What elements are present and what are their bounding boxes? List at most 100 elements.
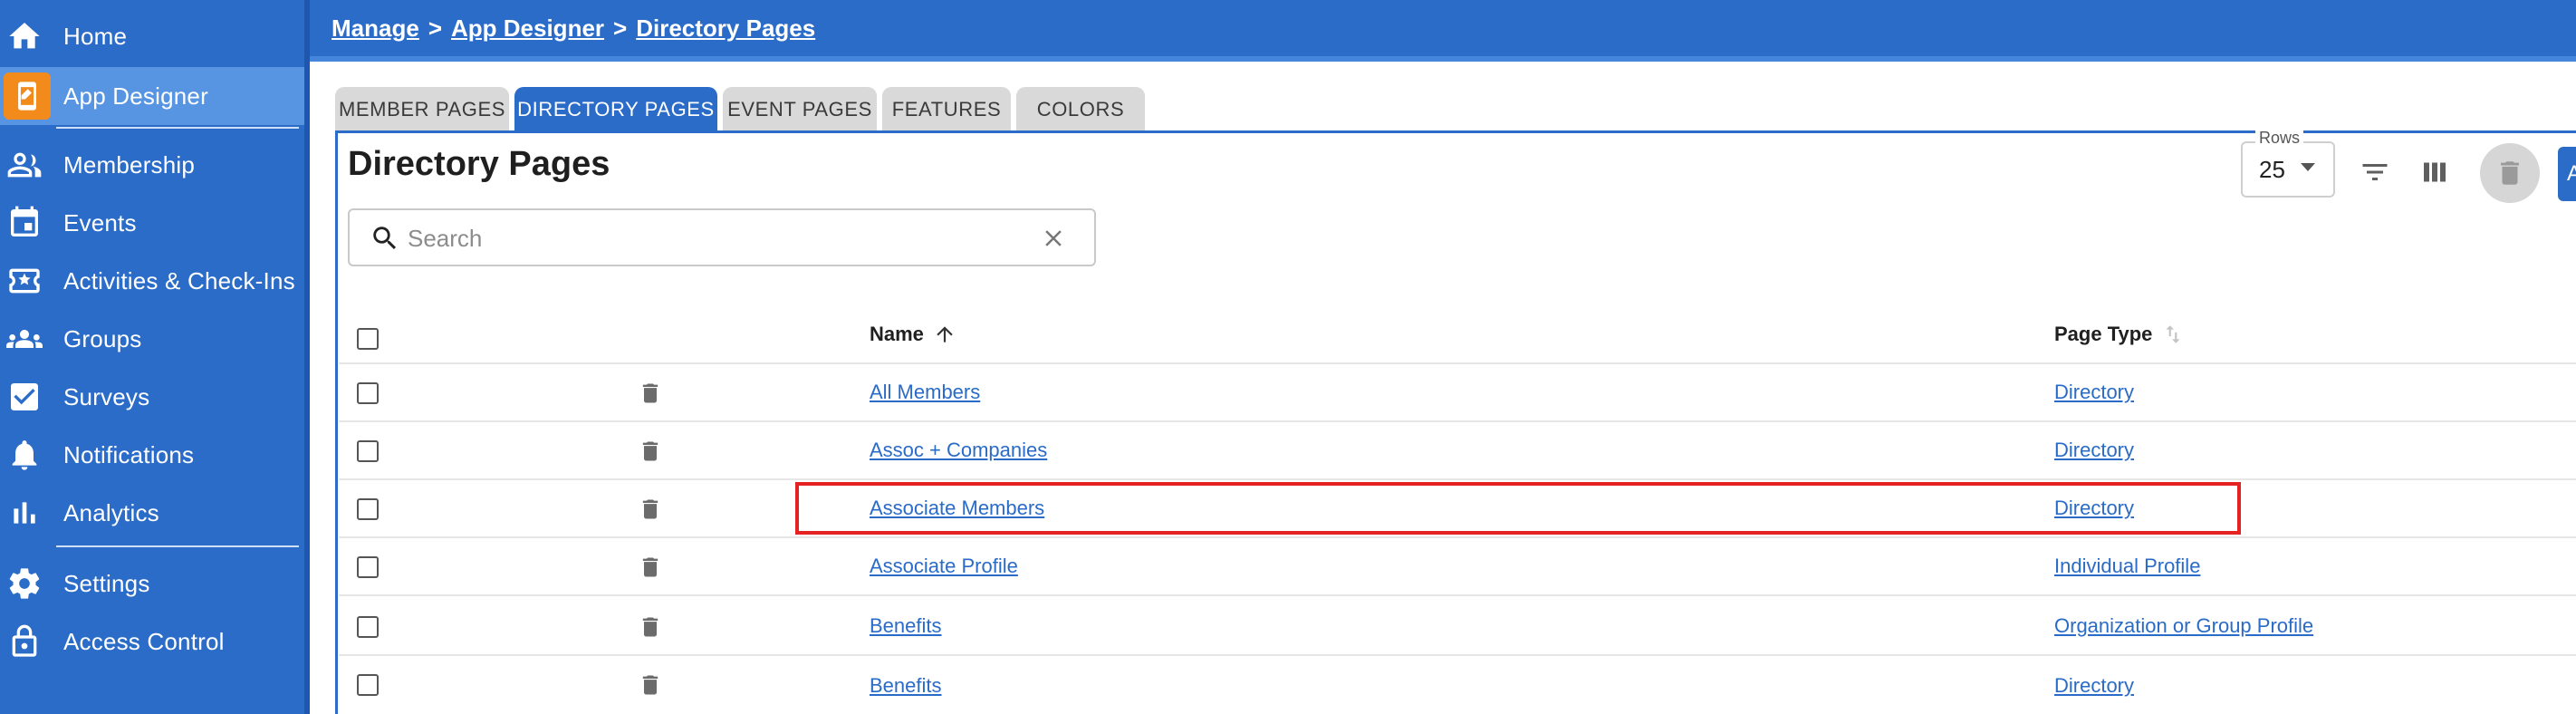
- trash-icon: [2501, 161, 2519, 185]
- row-delete-button[interactable]: [638, 671, 663, 700]
- column-header-label: Page Type: [2054, 323, 2153, 345]
- row-delete-button[interactable]: [638, 613, 663, 642]
- lock-icon: [5, 622, 43, 661]
- breadcrumb-app-designer[interactable]: App Designer: [451, 14, 604, 43]
- trash-icon: [642, 557, 658, 577]
- trash-icon: [642, 499, 658, 519]
- row-page-type-link[interactable]: Individual Profile: [2054, 555, 2200, 578]
- sidebar-item-label: Notifications: [63, 440, 195, 468]
- search-input[interactable]: [408, 219, 1005, 257]
- groups-icon: [5, 320, 43, 358]
- sidebar-edge: [304, 0, 310, 714]
- row-page-type-link[interactable]: Directory: [2054, 674, 2134, 698]
- sidebar-item-app-designer[interactable]: App Designer: [0, 67, 304, 125]
- add-button[interactable]: A: [2558, 147, 2576, 201]
- ticket-star-icon: [5, 262, 43, 300]
- breadcrumb: Manage > App Designer > Directory Pages: [332, 14, 815, 43]
- search-field[interactable]: [348, 208, 1096, 266]
- sidebar-item-label: Groups: [63, 324, 142, 352]
- row-name-link[interactable]: All Members: [870, 381, 980, 404]
- row-divider: [339, 594, 2576, 596]
- row-page-type-link[interactable]: Directory: [2054, 381, 2134, 404]
- column-header-name[interactable]: Name: [870, 323, 956, 346]
- sidebar-item-membership[interactable]: Membership: [0, 136, 304, 194]
- row-checkbox[interactable]: [357, 674, 379, 696]
- row-delete-button[interactable]: [638, 553, 663, 582]
- row-divider: [339, 536, 2576, 538]
- row-name-link[interactable]: Benefits: [870, 614, 942, 638]
- sidebar: Home App Designer Membership Events Acti…: [0, 0, 310, 714]
- sidebar-item-activities[interactable]: Activities & Check-Ins: [0, 252, 304, 310]
- search-icon: [373, 227, 397, 250]
- rows-value: 25: [2259, 156, 2285, 183]
- sort-icon: [2166, 325, 2181, 343]
- sidebar-item-label: Events: [63, 208, 137, 236]
- trash-icon: [642, 441, 658, 461]
- row-name-link[interactable]: Associate Profile: [870, 555, 1018, 578]
- sidebar-item-events[interactable]: Events: [0, 194, 304, 252]
- rows-per-page-select[interactable]: [2241, 141, 2335, 198]
- column-header-label: Name: [870, 323, 924, 345]
- breadcrumb-directory-pages[interactable]: Directory Pages: [636, 14, 815, 43]
- sidebar-item-label: Membership: [63, 150, 196, 178]
- filter-icon: [2362, 164, 2388, 180]
- sidebar-divider: [56, 127, 299, 129]
- sidebar-item-notifications[interactable]: Notifications: [0, 426, 304, 484]
- row-checkbox[interactable]: [357, 498, 379, 520]
- header-divider: [339, 362, 2576, 364]
- row-checkbox[interactable]: [357, 382, 379, 404]
- column-header-page-type[interactable]: Page Type: [2054, 323, 2185, 346]
- sidebar-item-access-control[interactable]: Access Control: [0, 613, 304, 671]
- sidebar-item-analytics[interactable]: Analytics: [0, 484, 304, 542]
- top-bar-divider: [310, 56, 2576, 62]
- trash-icon: [642, 617, 658, 637]
- bar-chart-icon: [5, 494, 43, 532]
- row-divider: [339, 654, 2576, 656]
- bell-icon: [5, 436, 43, 474]
- sidebar-item-label: Access Control: [63, 627, 225, 655]
- chevron-down-icon: [2301, 163, 2315, 171]
- row-name-link[interactable]: Benefits: [870, 674, 942, 698]
- breadcrumb-separator: >: [613, 14, 628, 42]
- sidebar-item-label: Analytics: [63, 498, 159, 526]
- calendar-icon: [5, 204, 43, 242]
- filter-button[interactable]: [2355, 152, 2395, 192]
- row-delete-button[interactable]: [638, 379, 663, 408]
- row-divider: [339, 420, 2576, 422]
- tab-colors[interactable]: COLORS: [1016, 87, 1145, 132]
- arrow-up-icon: [937, 326, 953, 343]
- sidebar-item-label: Home: [63, 22, 128, 50]
- row-page-type-link[interactable]: Organization or Group Profile: [2054, 614, 2313, 638]
- trash-icon: [642, 675, 658, 695]
- row-name-link[interactable]: Assoc + Companies: [870, 439, 1047, 462]
- sidebar-item-settings[interactable]: Settings: [0, 555, 304, 613]
- breadcrumb-manage[interactable]: Manage: [332, 14, 419, 43]
- tab-directory-pages[interactable]: DIRECTORY PAGES: [514, 87, 717, 132]
- close-icon[interactable]: [1040, 225, 1067, 252]
- tab-event-pages[interactable]: EVENT PAGES: [723, 87, 877, 132]
- sidebar-item-groups[interactable]: Groups: [0, 310, 304, 368]
- row-delete-button[interactable]: [638, 495, 663, 524]
- tab-member-pages[interactable]: MEMBER PAGES: [335, 87, 509, 132]
- app-root: Home App Designer Membership Events Acti…: [0, 0, 2576, 714]
- columns-button[interactable]: [2415, 152, 2455, 192]
- bulk-delete-button[interactable]: [2480, 143, 2540, 203]
- row-checkbox[interactable]: [357, 556, 379, 578]
- select-all-checkbox[interactable]: [357, 328, 379, 350]
- sidebar-divider: [56, 545, 299, 547]
- sidebar-item-label: App Designer: [63, 82, 208, 110]
- sidebar-item-label: Settings: [63, 569, 150, 597]
- view-columns-icon: [2424, 162, 2446, 182]
- rows-label: Rows: [2255, 129, 2304, 148]
- highlight-box: [795, 482, 2241, 535]
- row-checkbox[interactable]: [357, 440, 379, 462]
- row-delete-button[interactable]: [638, 437, 663, 466]
- sidebar-item-surveys[interactable]: Surveys: [0, 368, 304, 426]
- gear-icon: [5, 564, 43, 603]
- row-checkbox[interactable]: [357, 616, 379, 638]
- row-page-type-link[interactable]: Directory: [2054, 439, 2134, 462]
- tab-features[interactable]: FEATURES: [882, 87, 1011, 132]
- sidebar-item-home[interactable]: Home: [0, 7, 304, 65]
- sidebar-item-label: Activities & Check-Ins: [63, 266, 295, 294]
- people-icon: [5, 146, 43, 184]
